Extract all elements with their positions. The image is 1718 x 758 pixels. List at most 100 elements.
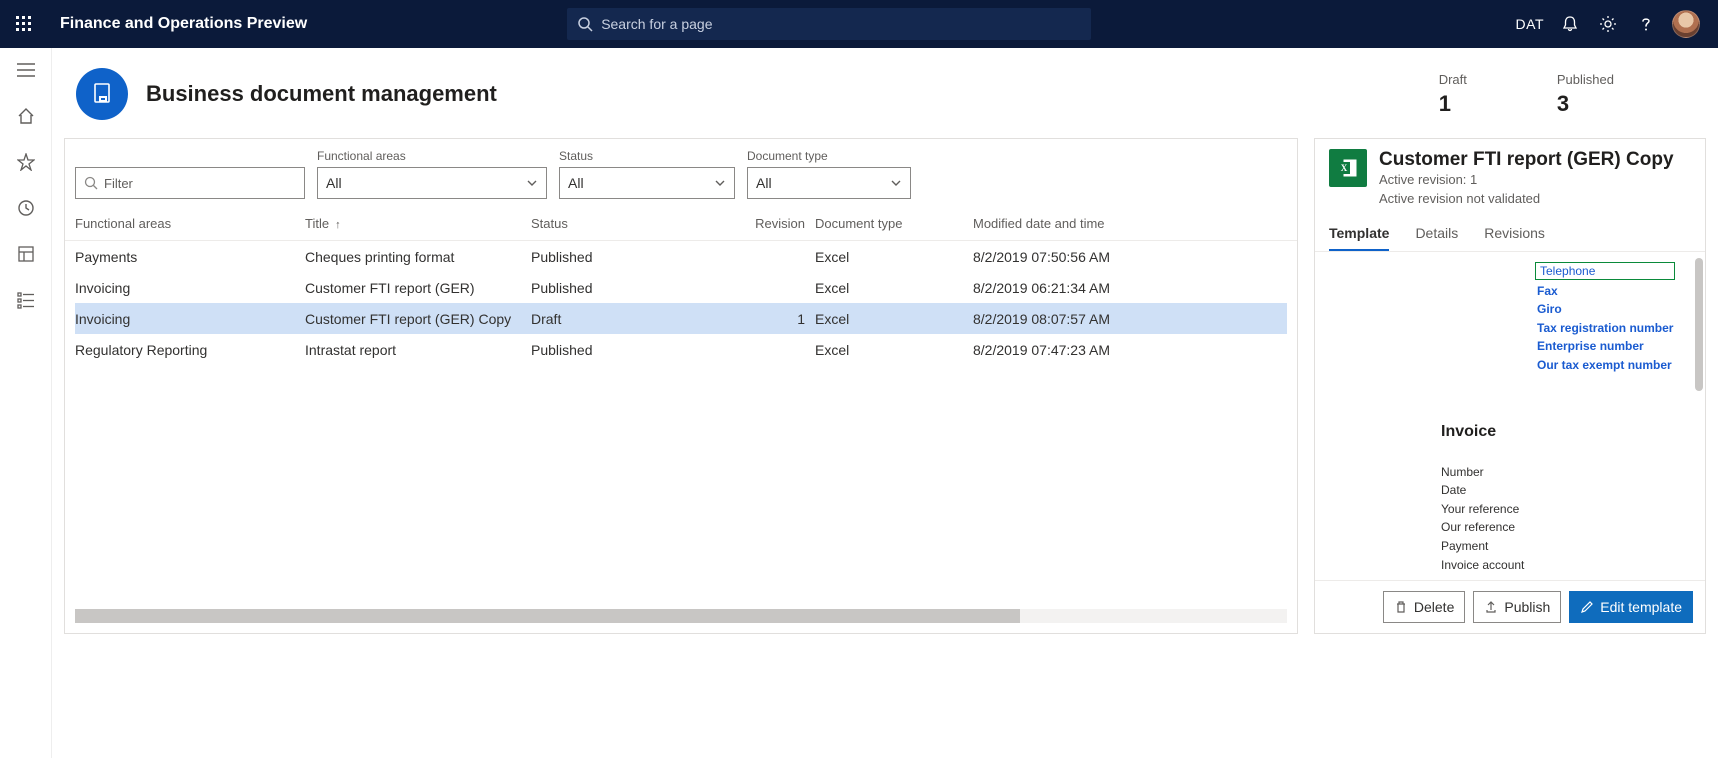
cell-revision: 1: [751, 311, 805, 327]
preview-field-label: Invoice account: [1441, 556, 1689, 575]
col-header-status[interactable]: Status: [531, 216, 751, 231]
table-row[interactable]: PaymentsCheques printing formatPublished…: [75, 241, 1287, 272]
cell-functional: Payments: [75, 249, 305, 265]
cell-functional: Regulatory Reporting: [75, 342, 305, 358]
status-filter-label: Status: [559, 149, 735, 163]
col-header-revision[interactable]: Revision: [751, 216, 805, 231]
preview-field-label: Payment: [1441, 537, 1689, 556]
stat-draft: Draft 1: [1439, 72, 1467, 117]
filter-icon: [84, 176, 98, 190]
cell-functional: Invoicing: [75, 311, 305, 327]
details-sub2: Active revision not validated: [1379, 190, 1674, 209]
cell-doctype: Excel: [805, 280, 973, 296]
cell-title: Cheques printing format: [305, 249, 531, 265]
modules-icon[interactable]: [16, 290, 36, 310]
preview-field-label: Our reference: [1441, 518, 1689, 537]
top-bar: Finance and Operations Preview Search fo…: [0, 0, 1718, 48]
search-icon: [577, 16, 593, 32]
gear-icon[interactable]: [1596, 12, 1620, 36]
bell-icon[interactable]: [1558, 12, 1582, 36]
search-input[interactable]: Search for a page: [567, 8, 1091, 40]
avatar[interactable]: [1672, 10, 1700, 38]
table-row[interactable]: Regulatory ReportingIntrastat reportPubl…: [75, 334, 1287, 365]
col-header-title[interactable]: Title↑: [305, 216, 531, 231]
cell-status: Published: [531, 342, 751, 358]
cell-title: Customer FTI report (GER) Copy: [305, 311, 531, 327]
details-sub1: Active revision: 1: [1379, 171, 1674, 190]
tab-details[interactable]: Details: [1415, 225, 1458, 251]
filter-input[interactable]: Filter: [75, 167, 305, 199]
details-title: Customer FTI report (GER) Copy: [1379, 149, 1674, 171]
preview-link: Our tax exempt number: [1537, 356, 1689, 375]
preview-link: Giro: [1537, 300, 1689, 319]
filters-row: Filter Functional areas All Status All: [65, 139, 1297, 207]
waffle-icon[interactable]: [0, 0, 48, 48]
search-placeholder: Search for a page: [601, 16, 712, 32]
functional-areas-label: Functional areas: [317, 149, 547, 163]
stat-draft-label: Draft: [1439, 72, 1467, 87]
workspaces-icon[interactable]: [16, 244, 36, 264]
svg-text:X: X: [1341, 163, 1348, 173]
doctype-filter-label: Document type: [747, 149, 911, 163]
col-header-functional[interactable]: Functional areas: [75, 216, 305, 231]
pencil-icon: [1580, 600, 1594, 614]
tab-template[interactable]: Template: [1329, 225, 1389, 251]
details-tabs: Template Details Revisions: [1315, 217, 1705, 252]
delete-button[interactable]: Delete: [1383, 591, 1465, 623]
publish-button[interactable]: Publish: [1473, 591, 1561, 623]
preview-link: Tax registration number: [1537, 319, 1689, 338]
cell-doctype: Excel: [805, 249, 973, 265]
template-preview: Telephone FaxGiroTax registration number…: [1315, 252, 1705, 581]
col-header-doctype[interactable]: Document type: [805, 216, 973, 231]
star-icon[interactable]: [16, 152, 36, 172]
doctype-combo[interactable]: All: [747, 167, 911, 199]
cell-title: Customer FTI report (GER): [305, 280, 531, 296]
company-code[interactable]: DAT: [1516, 16, 1544, 32]
cell-functional: Invoicing: [75, 280, 305, 296]
edit-template-button[interactable]: Edit template: [1569, 591, 1693, 623]
document-grid-panel: Filter Functional areas All Status All: [64, 138, 1298, 634]
cell-modified: 8/2/2019 08:07:57 AM: [973, 311, 1125, 327]
details-panel: X Customer FTI report (GER) Copy Active …: [1314, 138, 1706, 634]
stat-draft-value: 1: [1439, 91, 1467, 117]
trash-icon: [1394, 600, 1408, 614]
template-page: Telephone FaxGiroTax registration number…: [1329, 260, 1699, 581]
table-row[interactable]: InvoicingCustomer FTI report (GER)Publis…: [75, 272, 1287, 303]
left-rail: [0, 48, 52, 758]
cell-title: Intrastat report: [305, 342, 531, 358]
preview-link: Fax: [1537, 282, 1689, 301]
col-header-modified[interactable]: Modified date and time: [973, 216, 1125, 231]
help-icon[interactable]: [1634, 12, 1658, 36]
share-icon: [1484, 600, 1498, 614]
chevron-down-icon: [890, 177, 902, 189]
sort-asc-icon: ↑: [335, 219, 341, 231]
filter-placeholder: Filter: [104, 176, 133, 191]
stat-published-label: Published: [1557, 72, 1614, 87]
tab-revisions[interactable]: Revisions: [1484, 225, 1545, 251]
grid-body: PaymentsCheques printing format Published…: [65, 241, 1297, 601]
details-actions: Delete Publish Edit template: [1315, 580, 1705, 633]
preview-field-label: Number: [1441, 463, 1689, 482]
excel-icon: X: [1329, 149, 1367, 187]
preview-scrollbar[interactable]: [1695, 258, 1703, 575]
top-right-controls: DAT: [1516, 10, 1718, 38]
recent-icon[interactable]: [16, 198, 36, 218]
stat-published-value: 3: [1557, 91, 1614, 117]
hamburger-icon[interactable]: [16, 60, 36, 80]
preview-telephone-cell: Telephone: [1535, 262, 1675, 280]
horizontal-scrollbar[interactable]: [75, 609, 1287, 623]
table-row[interactable]: InvoicingCustomer FTI report (GER) CopyD…: [75, 303, 1287, 334]
home-icon[interactable]: [16, 106, 36, 126]
app-title: Finance and Operations Preview: [60, 15, 307, 33]
stat-published: Published 3: [1557, 72, 1614, 117]
status-combo[interactable]: All: [559, 167, 735, 199]
preview-field-label: Date: [1441, 481, 1689, 500]
grid-header-row: Functional areas Title↑ Status Revision …: [65, 207, 1297, 241]
cell-status: Draft: [531, 311, 751, 327]
header-stats: Draft 1 Published 3: [1439, 72, 1694, 117]
chevron-down-icon: [526, 177, 538, 189]
functional-areas-combo[interactable]: All: [317, 167, 547, 199]
page-title: Business document management: [146, 81, 497, 107]
chevron-down-icon: [714, 177, 726, 189]
preview-link: Enterprise number: [1537, 337, 1689, 356]
